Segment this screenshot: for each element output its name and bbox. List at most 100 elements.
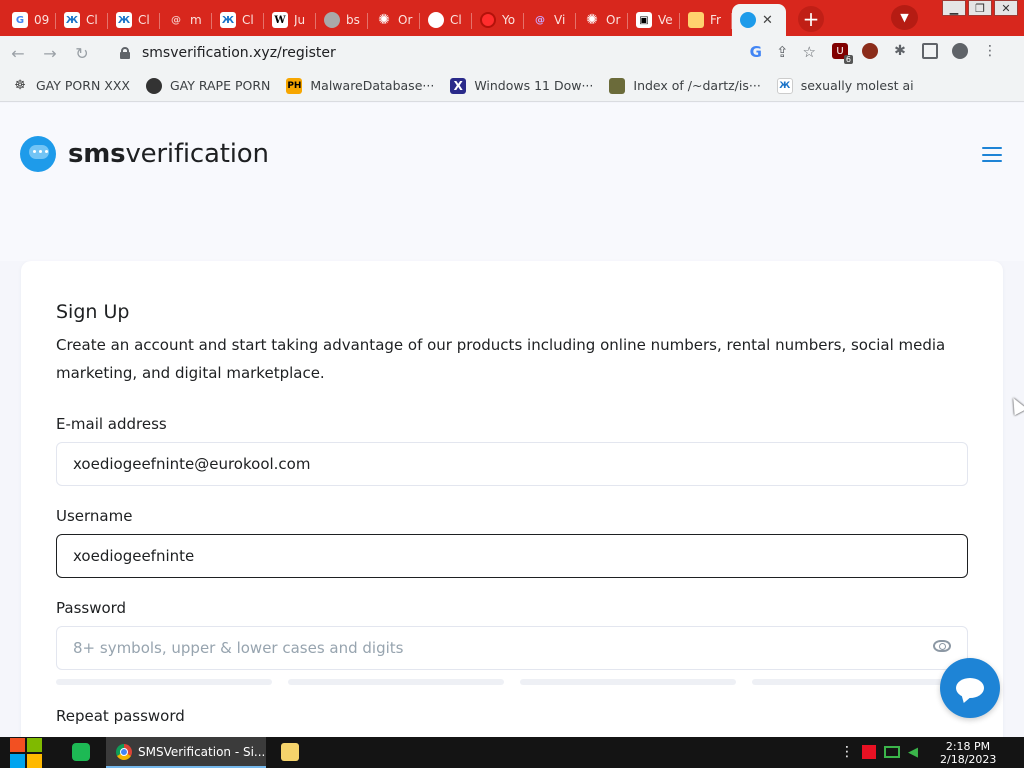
share-icon[interactable]: ⇪ (776, 43, 789, 61)
green-app-icon[interactable] (72, 743, 90, 761)
menu-kebab-icon[interactable]: ⋮ (982, 43, 998, 59)
page-content: smsverification Sign Up Create an accoun… (0, 103, 1024, 737)
puzzle-extensions-icon[interactable]: ✱ (892, 43, 908, 59)
chrome-icon (116, 743, 132, 760)
signup-card: Sign Up Create an account and start taki… (21, 261, 1003, 737)
taskbar-chrome-window[interactable]: SMSVerification - Si... (106, 737, 266, 768)
profile-avatar-icon[interactable] (952, 43, 968, 59)
bookmark-6[interactable]: Жsexually molest ai (776, 77, 914, 94)
figure-icon: Ж (116, 12, 132, 28)
ublock-icon[interactable]: U6 (832, 43, 853, 64)
username-field[interactable]: xoediogeefninte (56, 534, 968, 578)
google-icon: G (12, 12, 28, 28)
network-icon[interactable] (884, 746, 900, 758)
bookmark-5[interactable]: Index of /~dartz/is··· (609, 77, 761, 94)
strength-segment (288, 679, 504, 685)
tab-5[interactable]: Ж Cl (212, 4, 264, 36)
new-tab-button[interactable]: + (798, 5, 824, 32)
strength-segment (56, 679, 272, 685)
x-icon: X (450, 77, 467, 94)
bookmark-3[interactable]: PH MalwareDatabase··· (286, 77, 434, 94)
figure-icon: Ж (220, 12, 236, 28)
tab-14[interactable]: Fr (680, 4, 732, 36)
tab-9[interactable]: Cl (420, 4, 472, 36)
live-chat-button[interactable] (940, 658, 1000, 718)
bookmarks-bar: ☸ GAY PORN XXX GAY RAPE PORN PH MalwareDat… (0, 70, 1024, 102)
forward-arrow-icon[interactable]: → (36, 39, 64, 67)
signup-description: Create an account and start taking advan… (56, 336, 946, 382)
circle-icon (145, 77, 162, 94)
tab-3[interactable]: Ж Cl (108, 4, 160, 36)
flag-icon[interactable] (862, 745, 876, 759)
repeat-password-label: Repeat password (56, 707, 185, 725)
openai-icon: ✺ (378, 12, 390, 28)
lock-icon (120, 47, 130, 59)
red-drop-icon (480, 12, 496, 28)
bookmark-4[interactable]: X Windows 11 Dow··· (450, 77, 593, 94)
page-title: Sign Up (56, 301, 130, 323)
profile-extension-icon[interactable] (862, 43, 878, 59)
ph-icon: PH (286, 77, 303, 94)
close-window-button[interactable]: ✕ (994, 0, 1018, 16)
google-lens-icon[interactable]: G (750, 43, 762, 61)
extension-badge: 6 (843, 55, 853, 64)
hamburger-menu-icon[interactable] (982, 147, 1002, 162)
tray-more-icon[interactable]: ⋮ (840, 744, 854, 760)
tab-12[interactable]: ✺ Or (576, 4, 628, 36)
reload-icon[interactable]: ↻ (68, 39, 96, 67)
clock-date: 2/18/2023 (940, 753, 997, 766)
tab-search-chevron-icon[interactable]: ▼ (891, 5, 918, 30)
tab-2[interactable]: Ж Cl (56, 4, 108, 36)
tab-strip: G 09 Ж Cl Ж Cl @ m Ж Cl W Ju bs ✺ Or Cl Yo @ Vi … (0, 0, 1024, 36)
tab-4[interactable]: @ m (160, 4, 212, 36)
windows-start-icon[interactable] (10, 737, 44, 768)
paw-icon: ☸ (14, 78, 26, 93)
clock-time: 2:18 PM (945, 740, 991, 753)
tank-icon (609, 77, 626, 94)
wikipedia-icon: W (272, 12, 288, 28)
brand-name: smsverification (68, 139, 269, 169)
window-controls: ▁ ❐ ✕ (942, 0, 1018, 16)
bookmark-star-icon[interactable]: ☆ (803, 43, 816, 61)
chat-bubble-icon (956, 678, 984, 698)
bookmark-1[interactable]: ☸ GAY PORN XXX (12, 78, 130, 94)
username-label: Username (56, 507, 133, 525)
side-panel-icon[interactable] (922, 43, 938, 59)
chat-logo-icon (20, 136, 56, 172)
strength-segment (752, 679, 968, 685)
tab-8[interactable]: ✺ Or (368, 4, 420, 36)
show-password-eye-icon[interactable] (933, 640, 951, 652)
back-arrow-icon[interactable]: ← (4, 39, 32, 67)
tab-active-smsverification[interactable]: ✕ (732, 4, 786, 36)
tab-11[interactable]: @ Vi (524, 4, 576, 36)
tab-7[interactable]: bs (316, 4, 368, 36)
password-placeholder: 8+ symbols, upper & lower cases and digi… (73, 639, 404, 657)
bookmark-2[interactable]: GAY RAPE PORN (145, 77, 270, 94)
site-logo[interactable]: smsverification (20, 136, 269, 172)
minimize-button[interactable]: ▁ (942, 0, 966, 16)
restore-button[interactable]: ❐ (968, 0, 992, 16)
email-label: E-mail address (56, 415, 167, 433)
taskbar-clock[interactable]: 2:18 PM 2/18/2023 (940, 740, 996, 766)
figure-icon: Ж (776, 77, 793, 94)
github-icon (428, 12, 444, 28)
system-tray: ⋮ ◀ (840, 744, 918, 760)
tab-13[interactable]: ▣ Ve (628, 4, 680, 36)
email-field[interactable]: xoediogeefninte@eurokool.com (56, 442, 968, 486)
tab-6[interactable]: W Ju (264, 4, 316, 36)
close-tab-icon[interactable]: ✕ (762, 13, 773, 28)
tab-1[interactable]: G 09 (4, 4, 56, 36)
password-label: Password (56, 599, 127, 617)
tab-10[interactable]: Yo (472, 4, 524, 36)
volume-icon[interactable]: ◀ (908, 745, 918, 760)
url-text: smsverification.xyz/register (142, 45, 336, 61)
extensions-area: U6 ✱ ⋮ (832, 43, 998, 64)
strength-segment (520, 679, 736, 685)
address-bar[interactable]: smsverification.xyz/register G ⇪ ☆ (108, 39, 826, 67)
windows-taskbar: SMSVerification - Si... ⋮ ◀ 2:18 PM 2/18… (0, 737, 1024, 768)
file-explorer-icon[interactable] (281, 743, 299, 761)
password-field[interactable]: 8+ symbols, upper & lower cases and digi… (56, 626, 968, 670)
film-icon: ▣ (636, 12, 652, 28)
folder-icon (688, 12, 704, 28)
sms-logo-icon (740, 12, 756, 28)
